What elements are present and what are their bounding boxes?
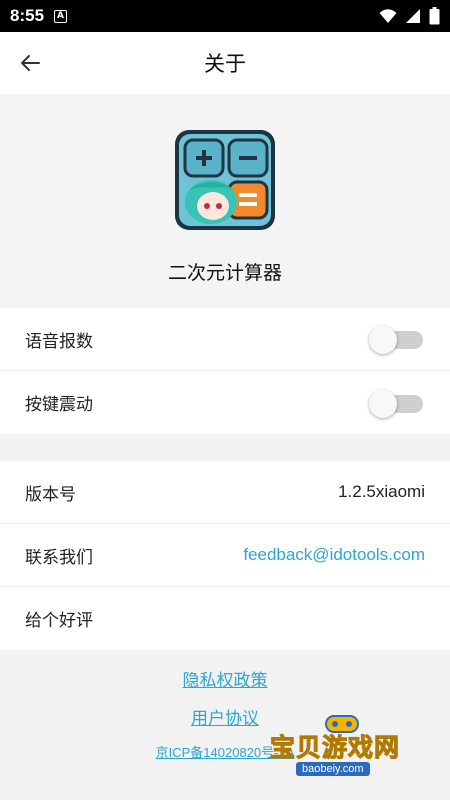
toggle-thumb (369, 389, 397, 418)
rate-row[interactable]: 给个好评 (0, 587, 450, 650)
voice-announce-row: 语音报数 (0, 308, 450, 371)
toggle-thumb (369, 326, 397, 354)
key-vibration-label: 按键震动 (25, 395, 93, 415)
contact-label: 联系我们 (25, 547, 93, 568)
info-group: 版本号 1.2.5xiaomi 联系我们 feedback@idotools.c… (0, 461, 450, 650)
status-icons (379, 7, 440, 25)
back-button[interactable] (0, 32, 60, 94)
version-row: 版本号 1.2.5xiaomi (0, 461, 450, 524)
app-info-section: 二次元计算器 (0, 94, 450, 308)
key-vibration-toggle[interactable] (369, 387, 425, 419)
signal-icon (406, 9, 420, 23)
arrow-left-icon (21, 55, 40, 71)
contact-email-link[interactable]: feedback@idotools.com (243, 545, 425, 565)
wifi-icon (379, 9, 397, 23)
site-watermark: 宝贝游戏网 baobeiy.com (269, 712, 430, 782)
status-bar: 8:55 A (0, 0, 450, 32)
anime-calculator-app-icon (175, 130, 275, 230)
version-value: 1.2.5xiaomi (338, 482, 425, 501)
status-time: 8:55 (10, 6, 45, 25)
watermark-text: 宝贝游戏网 (269, 733, 401, 763)
voice-announce-label: 语音报数 (25, 331, 93, 352)
privacy-policy-link[interactable]: 隐私权政策 (0, 666, 450, 691)
app-name: 二次元计算器 (167, 262, 282, 284)
key-vibration-row: 按键震动 (0, 371, 450, 434)
version-label: 版本号 (25, 484, 76, 505)
watermark-url: baobeiy.com (296, 762, 370, 776)
rate-label: 给个好评 (25, 611, 93, 631)
contact-row[interactable]: 联系我们 feedback@idotools.com (0, 524, 450, 587)
app-header: 关于 (0, 32, 450, 94)
page-title: 关于 (204, 52, 246, 76)
settings-group: 语音报数 按键震动 (0, 308, 450, 434)
notification-icon: A (54, 9, 68, 23)
battery-icon (429, 7, 440, 25)
voice-announce-toggle[interactable] (369, 323, 425, 355)
